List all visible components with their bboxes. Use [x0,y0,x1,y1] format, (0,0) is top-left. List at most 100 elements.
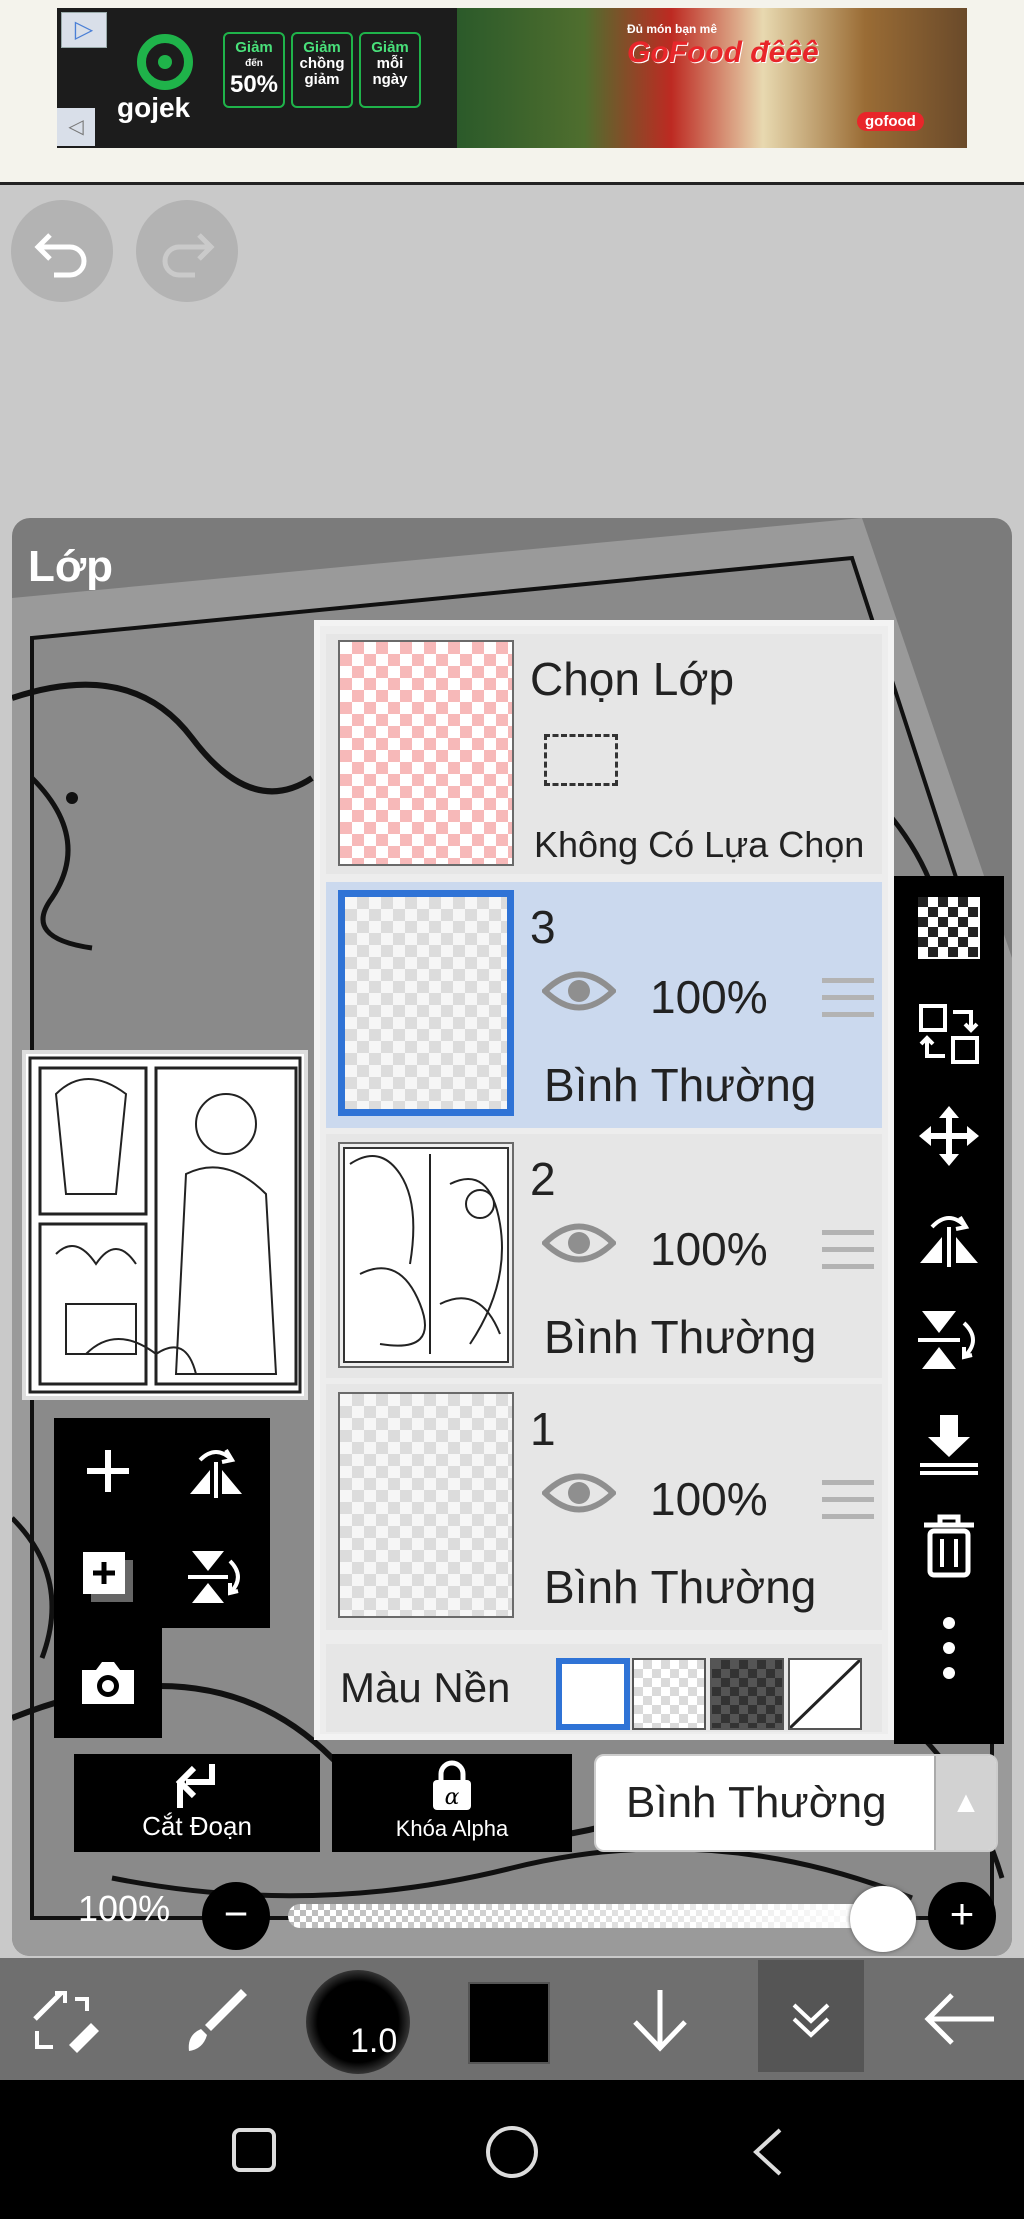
chevron-up-icon[interactable]: ▲ [934,1756,996,1850]
delete-layer-button[interactable] [894,1496,1004,1596]
back-nav-icon[interactable] [748,2124,788,2180]
ad-badge-line: đến [245,58,263,69]
more-options-button[interactable] [894,1598,1004,1698]
background-none-swatch[interactable] [788,1658,862,1730]
blend-mode-value: Bình Thường [626,1778,887,1827]
import-photo-button[interactable] [54,1630,162,1736]
left-tools-column [54,1418,162,1738]
preview-sketch [28,1056,302,1394]
checkerboard-icon [918,897,980,959]
plus-icon [87,1450,129,1492]
left-tools-column-2 [162,1418,270,1628]
move-layer-icon [919,1004,979,1064]
clipping-label: Cắt Đoạn [142,1811,252,1841]
move-button[interactable] [894,1086,1004,1186]
clipping-arrow-icon [175,1764,215,1808]
eye-icon[interactable] [542,1220,616,1266]
opacity-increase-button[interactable]: + [928,1882,996,1950]
brush-size-value: 1.0 [350,2022,398,2060]
background-white-swatch[interactable] [556,1658,630,1730]
eye-icon[interactable] [542,1470,616,1516]
layer-thumbnail [338,890,514,1116]
transform-tools-icon [33,1991,99,2053]
layer-row-1[interactable]: 1 100% Bình Thường [326,1384,882,1630]
flip-horizontal-icon [190,1448,242,1498]
alpha-lock-button[interactable]: α Khóa Alpha [332,1754,572,1852]
ad-banner[interactable]: ▷ gojek Giảm đến 50% Giảm chồng giảm Giả… [57,8,967,148]
flip-vertical-button-2[interactable] [162,1524,270,1630]
gojek-logo-dot [158,55,172,69]
clipping-button[interactable]: Cắt Đoạn [74,1754,320,1852]
layer-thumbnail [338,1392,514,1618]
layer-blend-mode: Bình Thường [544,1059,817,1111]
canvas-preview[interactable] [22,1050,308,1400]
recent-apps-icon[interactable] [230,2126,278,2174]
trash-icon [924,1514,974,1578]
layer-opacity: 100% [650,1223,768,1275]
ad-badge-line: 50% [229,71,279,98]
move-down-button[interactable] [610,1958,710,2080]
layer-row-3[interactable]: 3 100% Bình Thường [326,882,882,1128]
blend-mode-select[interactable]: Bình Thường ▲ [594,1754,998,1852]
eye-icon[interactable] [542,968,616,1014]
move-arrows-icon [919,1106,979,1166]
drag-handle-icon[interactable] [822,1230,874,1270]
add-layer-button[interactable] [54,1418,162,1524]
tool-select-button[interactable] [10,1958,120,2080]
layer-number: 2 [530,1153,556,1205]
swap-layer-button[interactable] [894,984,1004,1084]
drag-handle-icon[interactable] [822,1480,874,1520]
background-dark-swatch[interactable] [710,1658,784,1730]
layer-blend-mode: Bình Thường [544,1311,817,1363]
ad-headline: Đủ món bạn mê [627,22,718,36]
selection-layer-title: Chọn Lớp [530,653,735,705]
back-button[interactable] [908,1958,1012,2080]
bottom-toolbar: 1.0 [0,1958,1024,2080]
opacity-decrease-button[interactable]: − [202,1882,270,1950]
duplicate-icon [83,1552,133,1602]
opacity-slider[interactable] [288,1904,894,1928]
selection-status: Không Có Lựa Chọn [534,824,865,865]
ad-info-icon[interactable]: ▷ [61,12,107,48]
arrow-left-icon [924,1993,994,2045]
ad-close-icon[interactable]: ◁ [57,108,95,146]
opacity-slider-knob[interactable] [850,1886,916,1952]
selection-layer-row[interactable]: Chọn Lớp Không Có Lựa Chọn [326,634,882,874]
undo-button[interactable] [11,200,113,302]
rotate-flip-button[interactable] [162,1418,270,1524]
chevron-double-down-icon [792,2003,830,2038]
svg-text:α: α [445,1785,460,1810]
ad-badge: Giảm đến 50% [223,32,285,108]
undo-icon [34,233,87,278]
flip-vertical-icon [918,1311,975,1369]
layer-row-2[interactable]: 2 100% Bình Thường [326,1134,882,1378]
ad-tag: gofood [857,112,924,131]
camera-icon [82,1662,134,1704]
panel-title: Lớp [28,542,114,591]
lock-icon: α [433,1760,471,1810]
brush-tool-button[interactable] [160,1958,270,2080]
background-color-row: Màu Nền [326,1644,882,1732]
layer-panel: Lớp Chọn Lớp Không Có Lựa Chọn 3 100% Bì… [12,518,1012,1956]
ad-badge-line: chồng [299,55,345,72]
drag-handle-icon[interactable] [822,978,874,1018]
ad-badge: Giảm mỗi ngày [359,32,421,108]
ad-badge-line: Giảm [303,39,341,56]
layers-button[interactable] [758,1960,864,2072]
color-picker-swatch[interactable] [468,1982,550,2064]
duplicate-layer-button[interactable] [54,1524,162,1630]
home-icon[interactable] [484,2124,540,2180]
background-transparent-swatch[interactable] [632,1658,706,1730]
layer-tools-toolbar [894,876,1004,1744]
more-vertical-icon [943,1617,955,1679]
redo-icon [162,233,215,278]
opacity-value: 100% [78,1888,171,1929]
layer-thumbnail [338,1142,514,1368]
redo-button[interactable] [136,200,238,302]
flip-vertical-button[interactable] [894,1290,1004,1390]
merge-down-button[interactable] [894,1394,1004,1494]
layer-opacity: 100% [650,1473,768,1525]
flip-horizontal-button[interactable] [894,1190,1004,1290]
transparent-button[interactable] [894,878,1004,978]
ad-promo: GoFood đêêê [627,36,819,69]
